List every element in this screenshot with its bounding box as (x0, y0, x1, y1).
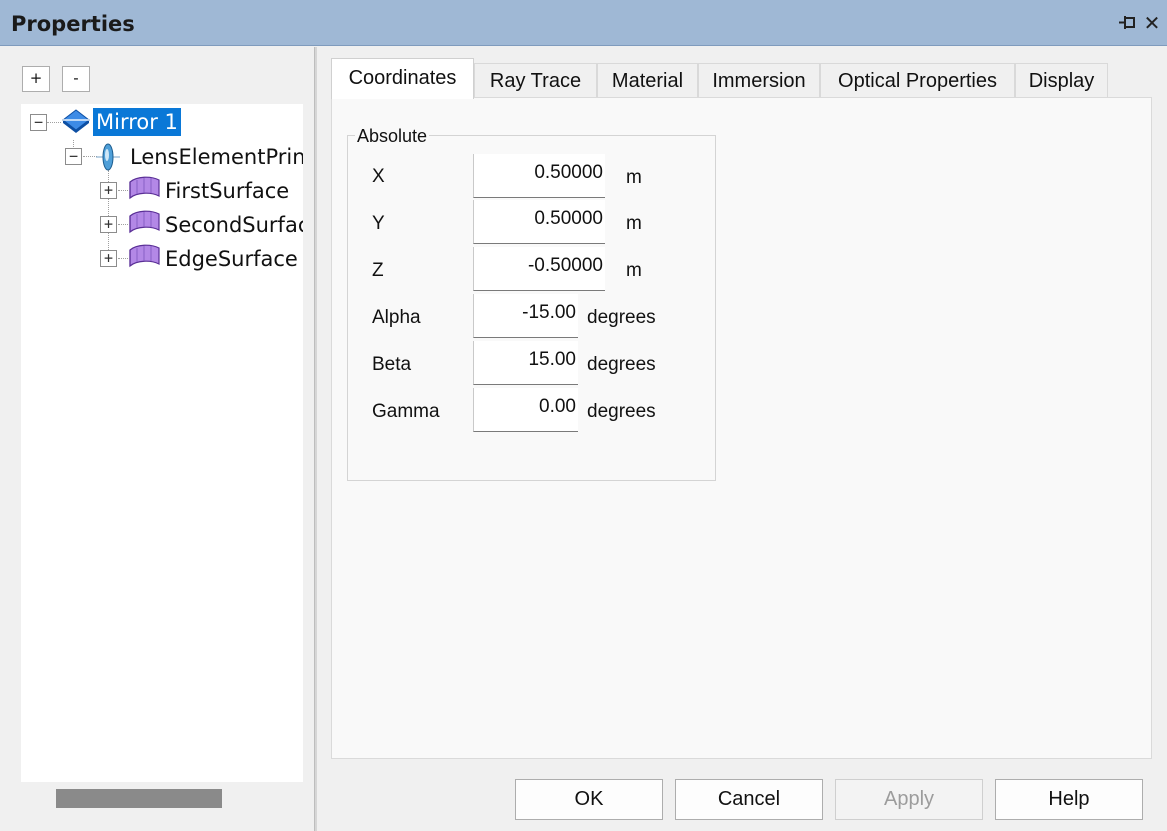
z-unit: m (626, 260, 642, 281)
tab-optical-properties[interactable]: Optical Properties (820, 63, 1015, 98)
tree-expand-toggle[interactable]: + (100, 182, 117, 199)
tab-coordinates[interactable]: Coordinates (331, 58, 474, 99)
pane-splitter[interactable] (314, 47, 317, 831)
gamma-input[interactable]: 0.00 (473, 388, 578, 432)
alpha-unit: degrees (587, 307, 656, 328)
expand-all-button[interactable]: + (22, 66, 50, 92)
collapse-all-button[interactable]: - (62, 66, 90, 92)
ok-button[interactable]: OK (515, 779, 663, 820)
z-input[interactable]: -0.50000 (473, 247, 605, 291)
beta-label: Beta (372, 354, 412, 375)
surface-icon (129, 176, 160, 200)
window-title: Properties (11, 12, 135, 36)
tree-node-edge-surface[interactable]: EdgeSurface (165, 245, 298, 273)
lens-element-icon (96, 143, 120, 171)
gamma-label: Gamma (372, 401, 440, 422)
y-input[interactable]: 0.50000 (473, 200, 605, 244)
x-input[interactable]: 0.50000 (473, 154, 605, 198)
z-label: Z (372, 260, 384, 281)
help-button[interactable]: Help (995, 779, 1143, 820)
tree-expand-toggle[interactable]: + (100, 216, 117, 233)
tree-collapse-toggle[interactable]: − (65, 148, 82, 165)
object-tree: − Mirror 1 − LensElementPrin + FirstSurf… (21, 104, 303, 782)
cancel-button[interactable]: Cancel (675, 779, 823, 820)
tree-collapse-toggle[interactable]: − (30, 114, 47, 131)
tree-horizontal-scrollbar-thumb[interactable] (56, 789, 222, 808)
y-label: Y (372, 213, 385, 234)
mirror-icon (62, 109, 90, 133)
tree-expand-toggle[interactable]: + (100, 250, 117, 267)
surface-icon (129, 244, 160, 268)
tree-node-second-surface[interactable]: SecondSurfac (165, 211, 303, 239)
alpha-label: Alpha (372, 307, 421, 328)
tab-immersion[interactable]: Immersion (698, 63, 820, 98)
absolute-group-title: Absolute (355, 126, 430, 147)
tab-display[interactable]: Display (1015, 63, 1108, 98)
tab-ray-trace[interactable]: Ray Trace (474, 63, 597, 98)
beta-unit: degrees (587, 354, 656, 375)
beta-input[interactable]: 15.00 (473, 341, 578, 385)
tree-connector (47, 122, 61, 123)
pin-icon[interactable] (1117, 13, 1137, 33)
tree-node-first-surface[interactable]: FirstSurface (165, 177, 289, 205)
gamma-unit: degrees (587, 401, 656, 422)
tree-node-lens-element[interactable]: LensElementPrin (130, 143, 303, 171)
tree-node-mirror-1[interactable]: Mirror 1 (93, 108, 181, 136)
close-icon[interactable]: ✕ (1141, 12, 1163, 34)
x-unit: m (626, 167, 642, 188)
pin-icon-graphic (1119, 16, 1135, 29)
alpha-input[interactable]: -15.00 (473, 294, 578, 338)
title-bar: Properties ✕ (0, 0, 1167, 46)
surface-icon (129, 210, 160, 234)
tab-material[interactable]: Material (597, 63, 698, 98)
y-unit: m (626, 213, 642, 234)
apply-button[interactable]: Apply (835, 779, 983, 820)
x-label: X (372, 166, 385, 187)
